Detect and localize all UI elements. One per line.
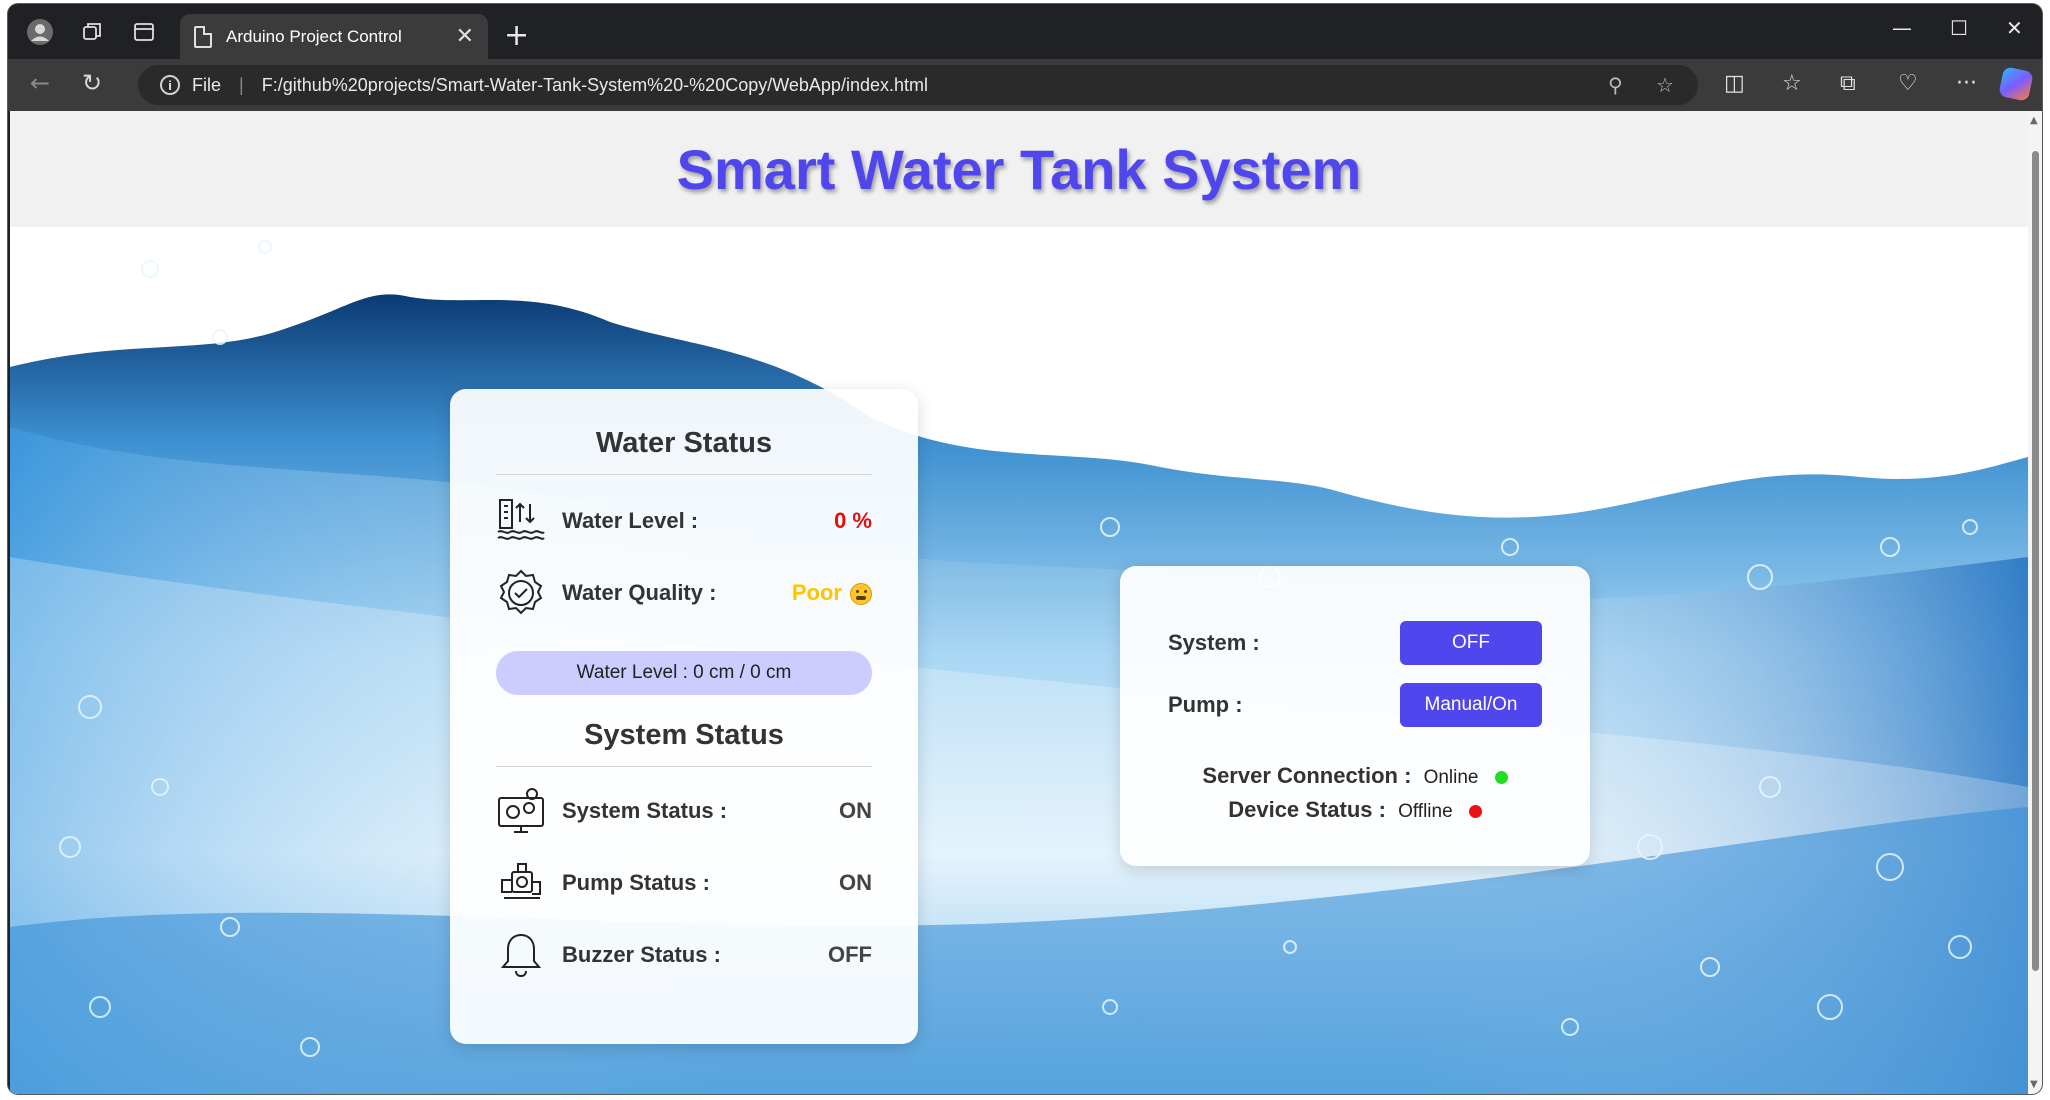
water-background-image <box>10 227 2028 1094</box>
buzzer-status-row: Buzzer Status : OFF <box>496 919 872 991</box>
water-quality-value: Poor <box>792 580 872 606</box>
tab-title: Arduino Project Control <box>226 26 402 46</box>
close-tab-icon[interactable]: ✕ <box>456 24 474 49</box>
system-status-heading: System Status <box>496 719 872 767</box>
system-status-row: System Status : ON <box>496 775 872 847</box>
tab-actions-icon[interactable] <box>128 16 160 48</box>
pump-control-row: Pump : Manual/On <box>1168 674 1542 736</box>
water-level-label: Water Level : <box>562 508 699 533</box>
system-control-row: System : OFF <box>1168 612 1542 674</box>
maximize-icon[interactable]: ☐ <box>1950 16 1968 40</box>
sad-face-icon <box>850 583 872 606</box>
favorite-star-icon[interactable]: ☆ <box>1656 73 1674 97</box>
pump-icon <box>501 863 541 899</box>
copilot-icon[interactable] <box>1998 66 2034 102</box>
minimize-icon[interactable]: — <box>1892 16 1912 40</box>
scroll-up-icon[interactable]: ▲ <box>2030 115 2038 126</box>
tab-strip: Arduino Project Control ✕ + — ☐ ✕ <box>8 4 2042 59</box>
server-connection-value: Online <box>1423 767 1479 788</box>
water-level-value: 0 % <box>834 508 872 533</box>
page-scrollbar[interactable]: ▲ ▼ <box>2028 111 2042 1094</box>
water-level-detail: Water Level : 0 cm / 0 cm <box>496 651 872 695</box>
pump-status-row: Pump Status : ON <box>496 847 872 919</box>
water-quality-row: Water Quality : Poor <box>496 557 872 629</box>
system-toggle-button[interactable]: OFF <box>1400 621 1542 665</box>
scroll-thumb[interactable] <box>2032 151 2039 971</box>
document-icon <box>194 25 212 48</box>
url-text: F:/github%20projects/Smart-Water-Tank-Sy… <box>261 74 928 95</box>
tab-active[interactable]: Arduino Project Control ✕ <box>180 14 488 59</box>
quality-badge-icon <box>499 569 543 615</box>
page-viewport: Smart Water Tank System Water Status Wat… <box>10 111 2028 1094</box>
buzzer-status-label: Buzzer Status : <box>562 942 721 967</box>
address-separator: | <box>239 74 244 95</box>
system-status-label: System Status : <box>562 798 728 823</box>
device-status-value: Offline <box>1398 801 1453 822</box>
zoom-icon[interactable]: ⚲ <box>1608 73 1623 97</box>
collections-icon[interactable]: ⧉ <box>1840 71 1856 96</box>
system-control-label: System : <box>1168 630 1260 655</box>
monitor-gears-icon <box>498 788 544 833</box>
water-status-heading: Water Status <box>496 427 872 475</box>
water-level-row: Water Level : 0 % <box>496 485 872 557</box>
profile-icon[interactable] <box>24 16 56 48</box>
favorites-icon[interactable]: ☆ <box>1782 71 1802 96</box>
server-connection-row: Server Connection : Online <box>1168 760 1542 794</box>
bell-icon <box>500 933 542 978</box>
connection-info: Server Connection : Online Device Status… <box>1168 760 1542 828</box>
info-icon[interactable]: i <box>160 75 180 95</box>
more-options-icon[interactable]: ··· <box>1956 71 1977 96</box>
water-quality-text: Poor <box>791 580 842 605</box>
split-screen-icon[interactable]: ◫ <box>1724 71 1745 96</box>
water-level-icon <box>497 499 545 540</box>
browser-essentials-icon[interactable]: ♡ <box>1898 71 1918 96</box>
address-scheme-label: File <box>192 74 222 95</box>
system-status-value: ON <box>839 798 872 823</box>
server-connection-label: Server Connection : <box>1202 763 1412 788</box>
water-quality-label: Water Quality : <box>562 580 717 605</box>
control-card: System : OFF Pump : Manual/On Server Con… <box>1120 566 1590 866</box>
browser-toolbar: ← ↻ i File | F:/github%20projects/Smart-… <box>8 59 2042 111</box>
new-tab-icon[interactable]: + <box>504 18 529 53</box>
back-icon[interactable]: ← <box>30 69 50 97</box>
pump-control-label: Pump : <box>1168 692 1243 717</box>
workspaces-icon[interactable] <box>76 16 108 48</box>
address-bar[interactable]: i File | F:/github%20projects/Smart-Wate… <box>138 65 1698 105</box>
page-title: Smart Water Tank System <box>676 137 1362 201</box>
device-status-label: Device Status : <box>1228 797 1386 822</box>
pump-mode-button[interactable]: Manual/On <box>1400 683 1542 727</box>
device-status-row: Device Status : Offline <box>1168 794 1542 828</box>
water-status-card: Water Status Water Level : 0 % Water Qua… <box>450 389 918 1044</box>
scroll-down-icon[interactable]: ▼ <box>2030 1079 2038 1090</box>
buzzer-status-value: OFF <box>828 942 872 967</box>
close-window-icon[interactable]: ✕ <box>2006 16 2023 40</box>
offline-indicator-icon <box>1468 804 1482 818</box>
refresh-icon[interactable]: ↻ <box>82 69 102 97</box>
pump-status-value: ON <box>839 870 872 895</box>
browser-window: Arduino Project Control ✕ + — ☐ ✕ ← ↻ i … <box>8 4 2042 1094</box>
page-header: Smart Water Tank System <box>10 111 2028 227</box>
pump-status-label: Pump Status : <box>562 870 710 895</box>
online-indicator-icon <box>1494 770 1508 784</box>
